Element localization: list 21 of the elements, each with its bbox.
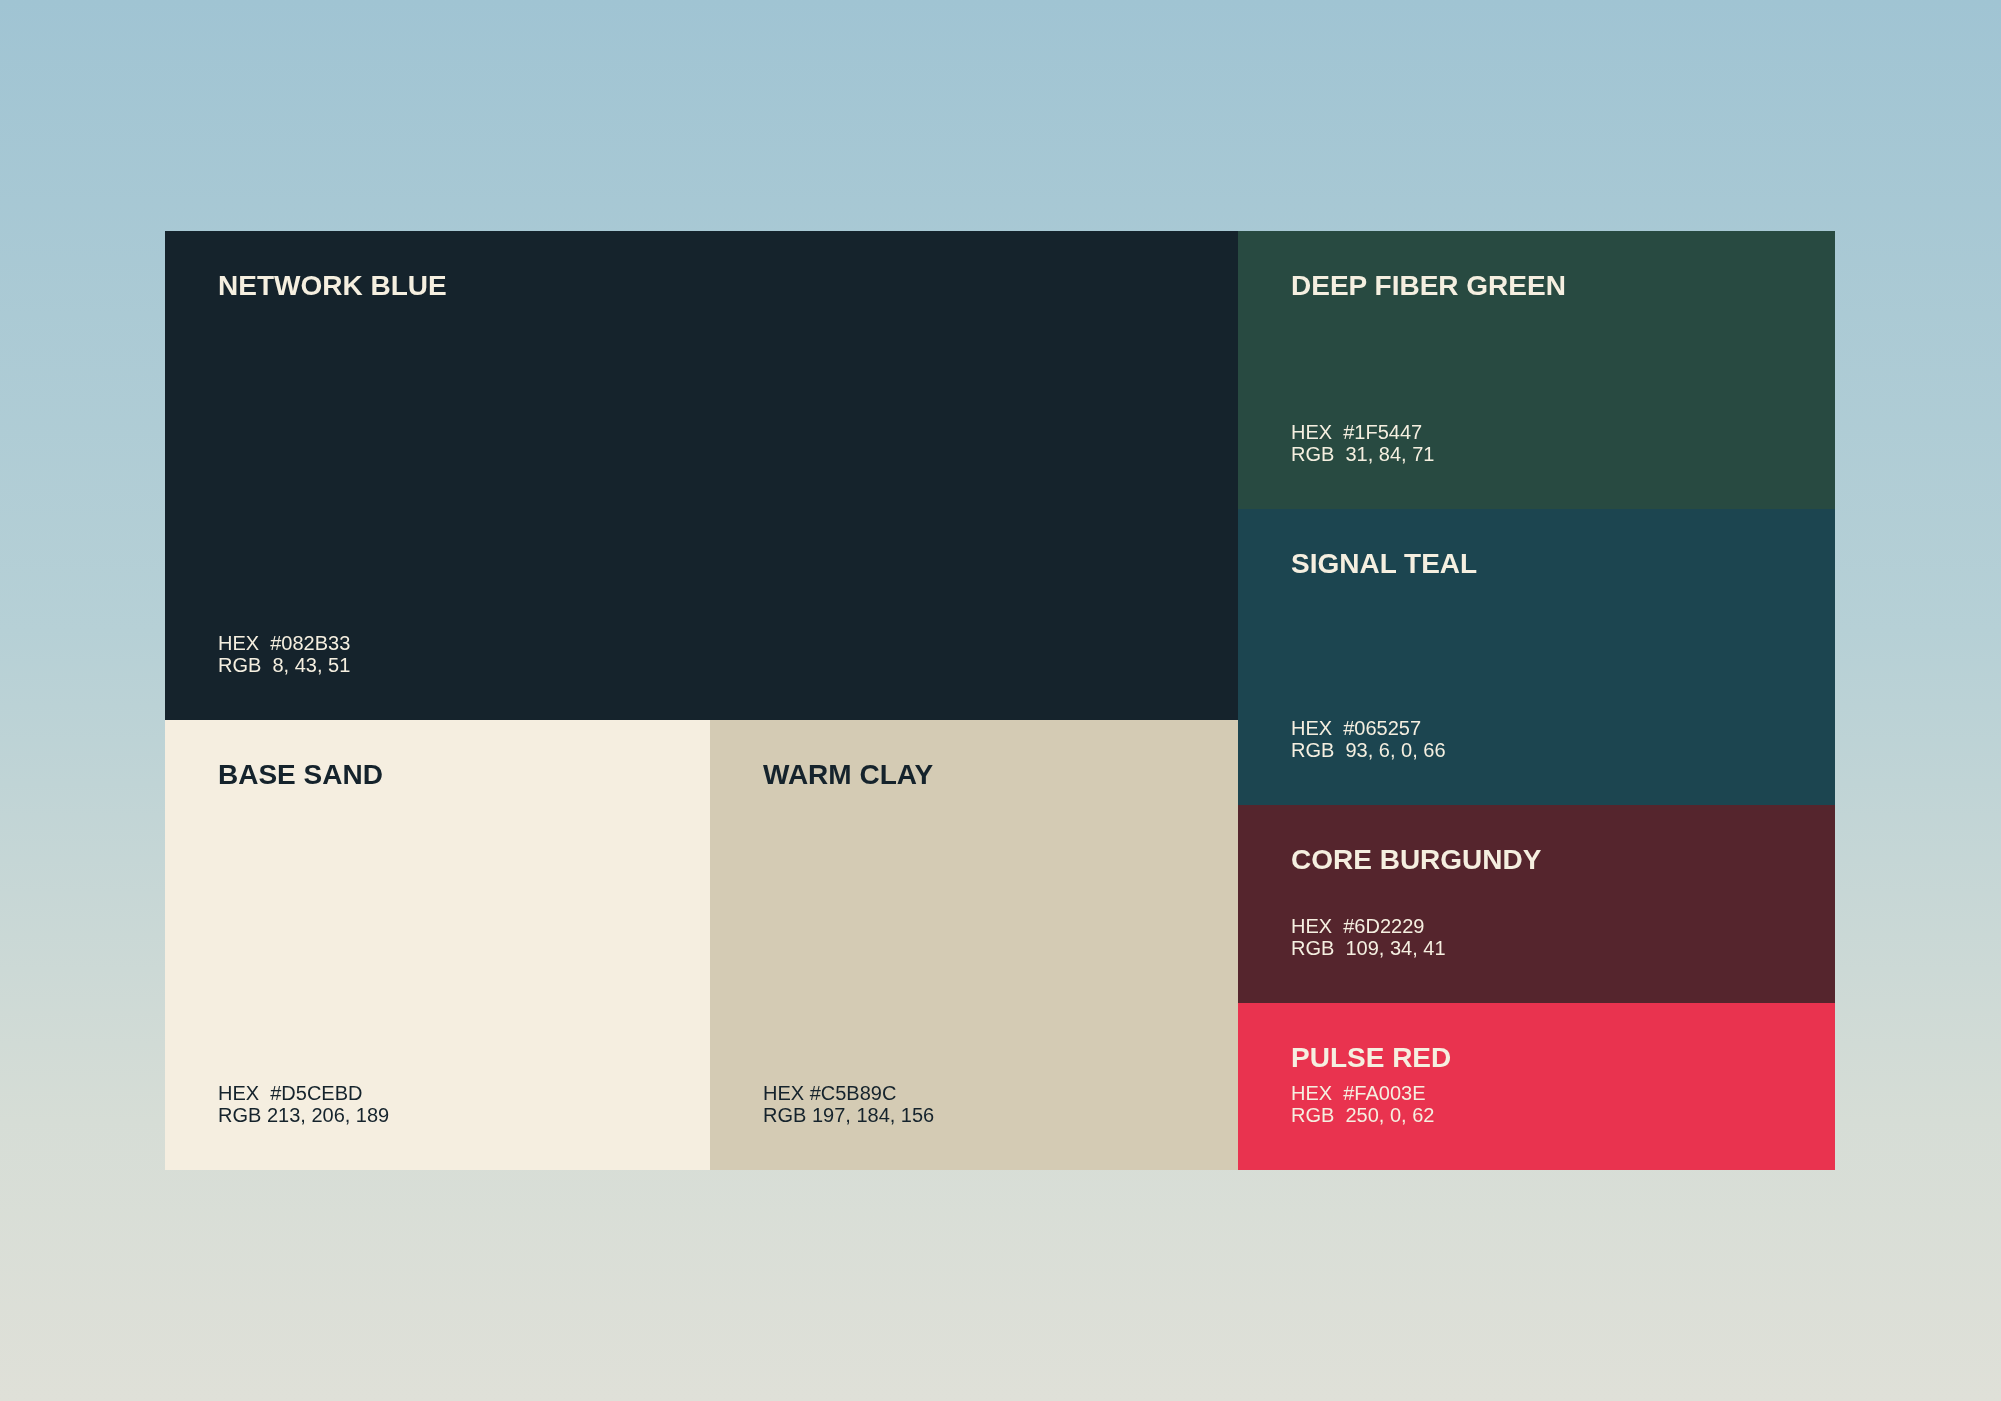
hex-value: HEX #6D2229 xyxy=(1291,915,1426,937)
rgb-value: RGB 250, 0, 62 xyxy=(1291,1104,1436,1126)
rgb-value: RGB 93, 6, 0, 66 xyxy=(1291,739,1447,761)
rgb-value: RGB 213, 206, 189 xyxy=(218,1104,391,1126)
hex-value: HEX #1F5447 xyxy=(1291,421,1424,443)
swatch-name: CORE BURGUNDY xyxy=(1291,845,1543,875)
rgb-value: RGB 109, 34, 41 xyxy=(1291,937,1447,959)
hex-value: HEX #D5CEBD xyxy=(218,1082,364,1104)
swatch-name: PULSE RED xyxy=(1291,1043,1453,1073)
rgb-value: RGB 31, 84, 71 xyxy=(1291,443,1436,465)
swatch-name: SIGNAL TEAL xyxy=(1291,549,1479,579)
swatch-name: BASE SAND xyxy=(218,760,384,790)
hex-value: HEX #065257 xyxy=(1291,717,1423,739)
hex-value: HEX #FA003E xyxy=(1291,1082,1427,1104)
hex-value: HEX #082B33 xyxy=(218,632,352,654)
hex-value: HEX #C5B89C xyxy=(763,1082,898,1104)
swatch-name: WARM CLAY xyxy=(763,760,935,790)
rgb-value: RGB 197, 184, 156 xyxy=(763,1104,936,1126)
rgb-value: RGB 8, 43, 51 xyxy=(218,654,352,676)
swatch-name: NETWORK BLUE xyxy=(218,271,448,301)
swatch-name: DEEP FIBER GREEN xyxy=(1291,271,1567,301)
